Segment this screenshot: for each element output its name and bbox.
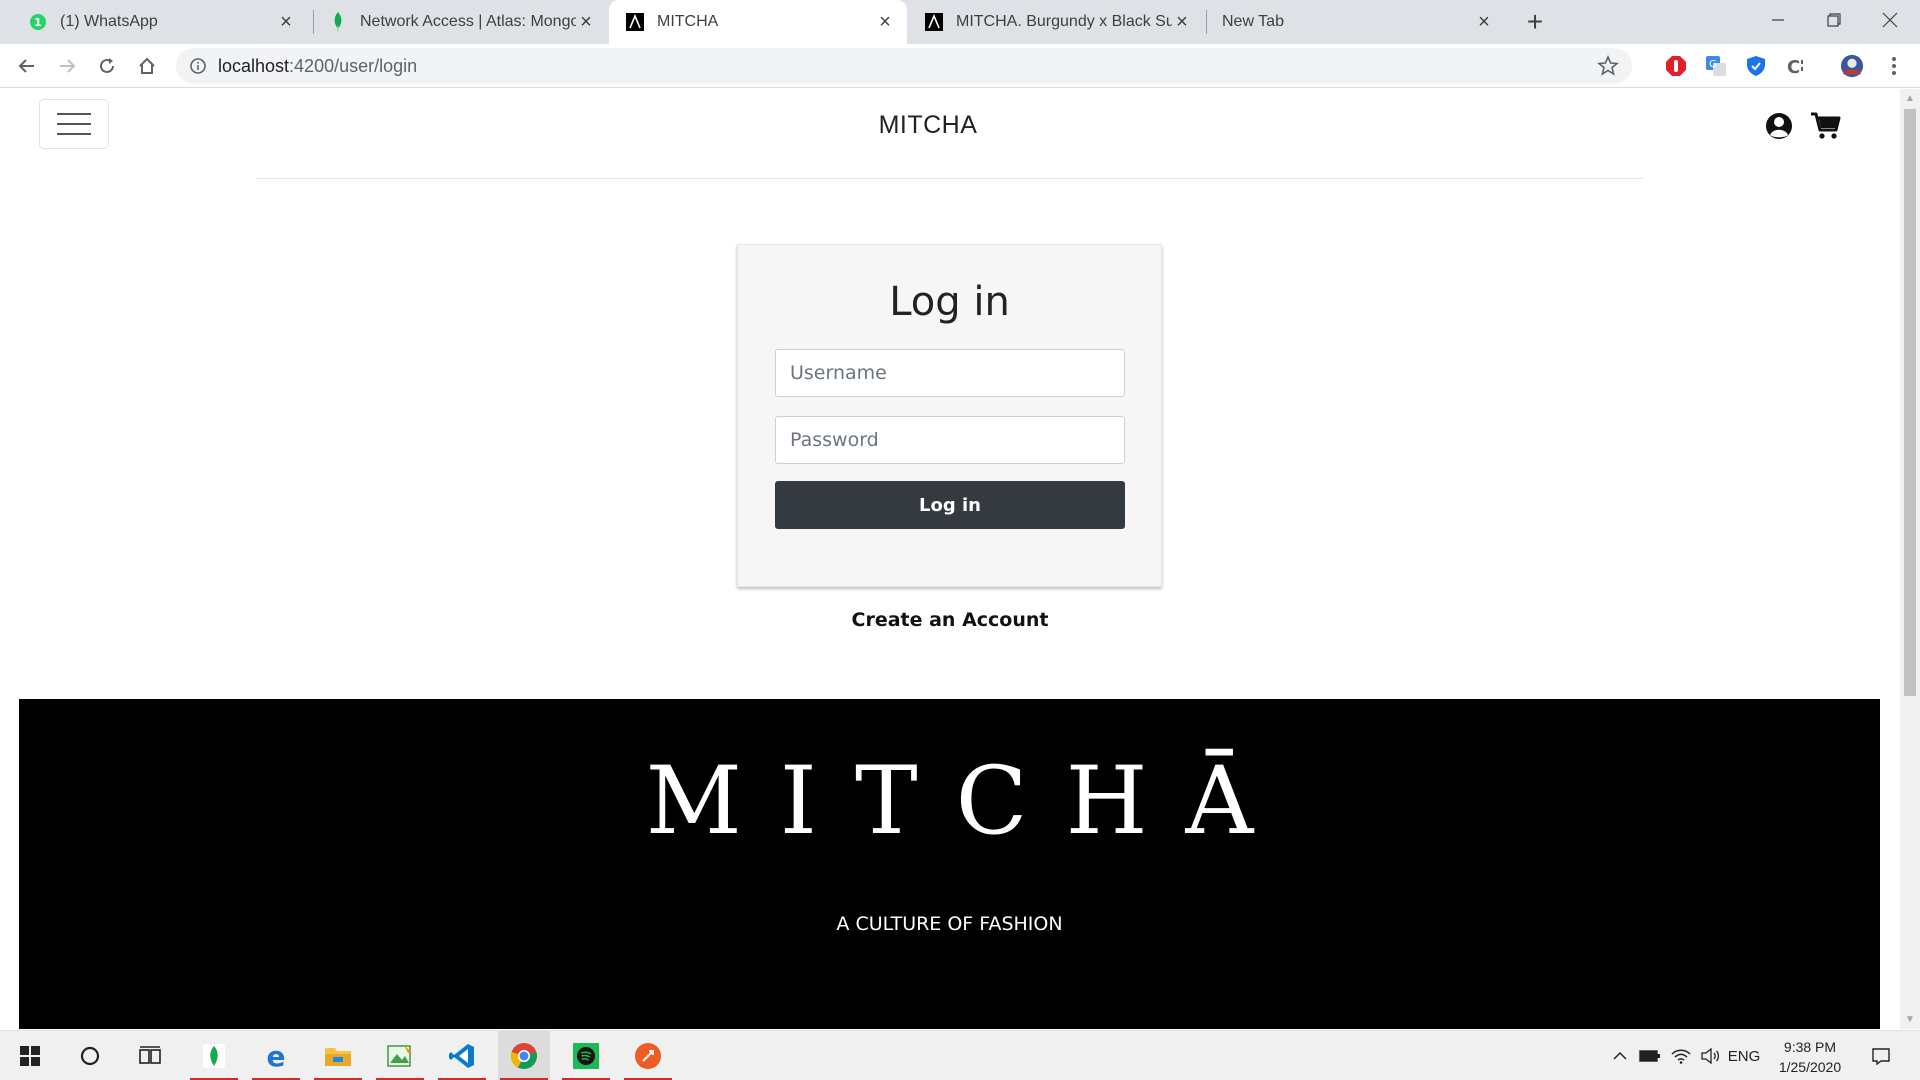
file-explorer-icon[interactable] <box>312 1031 364 1080</box>
tab-mitcha-product[interactable]: MITCHA. Burgundy x Black Suede × <box>908 0 1204 44</box>
battery-icon[interactable] <box>1636 1031 1664 1080</box>
site-brand[interactable]: MITCHA <box>0 111 1856 140</box>
svg-text:G: G <box>1709 59 1717 70</box>
login-card: Log in Log in <box>737 244 1162 587</box>
close-tab-icon[interactable]: × <box>1474 11 1494 33</box>
svg-text:1: 1 <box>34 16 42 29</box>
close-tab-icon[interactable]: × <box>875 11 895 33</box>
postman-icon[interactable] <box>622 1031 674 1080</box>
edge-icon[interactable]: e <box>250 1031 302 1080</box>
photos-icon[interactable] <box>374 1031 426 1080</box>
mongodb-leaf-icon <box>328 12 348 32</box>
tab-title: New Tab <box>1222 13 1284 30</box>
translate-extension-icon[interactable]: G <box>1704 54 1728 78</box>
tab-title: MITCHA. Burgundy x Black Suede <box>956 13 1172 30</box>
minimize-icon[interactable] <box>1750 0 1806 40</box>
info-icon[interactable] <box>188 56 208 76</box>
shield-extension-icon[interactable] <box>1744 54 1768 78</box>
spotify-icon[interactable] <box>560 1031 612 1080</box>
svg-text:e: e <box>267 1042 286 1070</box>
user-account-icon[interactable] <box>1764 111 1794 141</box>
windows-start-icon[interactable] <box>4 1031 56 1080</box>
language-indicator[interactable]: ENG <box>1726 1031 1762 1080</box>
system-clock[interactable]: 9:38 PM 1/25/2020 <box>1762 1037 1858 1077</box>
footer-logo: MITCHĀ <box>645 747 1292 856</box>
screen: 1 (1) WhatsApp × Network Access | Atlas:… <box>0 0 1920 1080</box>
tab-title: MITCHA <box>657 13 719 30</box>
web-page: MITCHA Log in Log in Create an Account M… <box>0 89 1900 1029</box>
svg-text:C: C <box>1787 57 1800 77</box>
bookmark-star-icon[interactable] <box>1596 54 1620 78</box>
address-bar[interactable]: localhost:4200/user/login <box>176 48 1632 84</box>
footer-tagline: A CULTURE OF FASHION <box>836 913 1063 935</box>
chrome-menu-icon[interactable] <box>1882 54 1906 78</box>
whatsapp-icon: 1 <box>28 12 48 32</box>
volume-icon[interactable] <box>1697 1031 1723 1080</box>
notifications-icon[interactable] <box>1866 1031 1896 1080</box>
vertical-scrollbar[interactable]: ▲ ▼ <box>1900 89 1920 1029</box>
home-icon[interactable] <box>131 50 163 82</box>
close-window-icon[interactable] <box>1862 0 1918 40</box>
tab-mitcha-active[interactable]: MITCHA × <box>609 0 907 44</box>
header-divider <box>255 178 1643 179</box>
scrollbar-thumb[interactable] <box>1904 109 1916 696</box>
create-account-link[interactable]: Create an Account <box>0 609 1900 631</box>
tab-whatsapp[interactable]: 1 (1) WhatsApp × <box>12 0 308 44</box>
close-tab-icon[interactable]: × <box>1172 11 1192 33</box>
url-host: localhost <box>218 56 290 76</box>
login-button[interactable]: Log in <box>775 481 1125 529</box>
mitcha-icon <box>924 12 944 32</box>
forward-arrow-icon[interactable] <box>51 50 83 82</box>
mongodb-compass-icon[interactable] <box>188 1031 240 1080</box>
restore-icon[interactable] <box>1806 0 1862 40</box>
reload-icon[interactable] <box>91 50 123 82</box>
tab-new-tab[interactable]: New Tab × <box>1206 0 1506 44</box>
clock-time: 9:38 PM <box>1783 1039 1837 1055</box>
tab-title: (1) WhatsApp <box>60 13 158 30</box>
scroll-up-arrow-icon[interactable]: ▲ <box>1905 93 1915 104</box>
show-hidden-icons-icon[interactable] <box>1608 1031 1632 1080</box>
search-circle-icon[interactable] <box>64 1031 116 1080</box>
footer: MITCHĀ A CULTURE OF FASHION <box>19 699 1880 1029</box>
shopping-cart-icon[interactable] <box>1810 111 1841 141</box>
username-input[interactable] <box>775 349 1125 397</box>
scroll-down-arrow-icon[interactable]: ▼ <box>1905 1014 1915 1025</box>
adblock-extension-icon[interactable] <box>1664 54 1688 78</box>
wifi-icon[interactable] <box>1668 1031 1694 1080</box>
login-title: Log in <box>889 279 1010 325</box>
close-tab-icon[interactable]: × <box>276 11 296 33</box>
windows-taskbar: e ENG 9:38 PM 1/25/2020 <box>0 1030 1920 1080</box>
tab-title: Network Access | Atlas: MongoDB <box>360 13 576 30</box>
task-view-icon[interactable] <box>124 1031 176 1080</box>
back-arrow-icon[interactable] <box>11 50 43 82</box>
vscode-icon[interactable] <box>436 1031 488 1080</box>
url-text: localhost:4200/user/login <box>218 56 417 77</box>
password-input[interactable] <box>775 416 1125 464</box>
code-extension-icon[interactable]: C <box>1784 54 1808 78</box>
close-tab-icon[interactable]: × <box>576 11 596 33</box>
new-tab-button[interactable]: + <box>1519 6 1551 38</box>
mitcha-icon <box>625 12 645 32</box>
browser-tab-strip: 1 (1) WhatsApp × Network Access | Atlas:… <box>0 0 1920 44</box>
chrome-icon[interactable] <box>498 1031 550 1080</box>
profile-avatar-icon[interactable] <box>1840 54 1864 78</box>
clock-date: 1/25/2020 <box>1778 1059 1842 1075</box>
browser-toolbar: localhost:4200/user/login G C <box>0 44 1920 88</box>
url-path: :4200/user/login <box>289 56 418 76</box>
tab-mongodb-atlas[interactable]: Network Access | Atlas: MongoDB × <box>312 0 608 44</box>
